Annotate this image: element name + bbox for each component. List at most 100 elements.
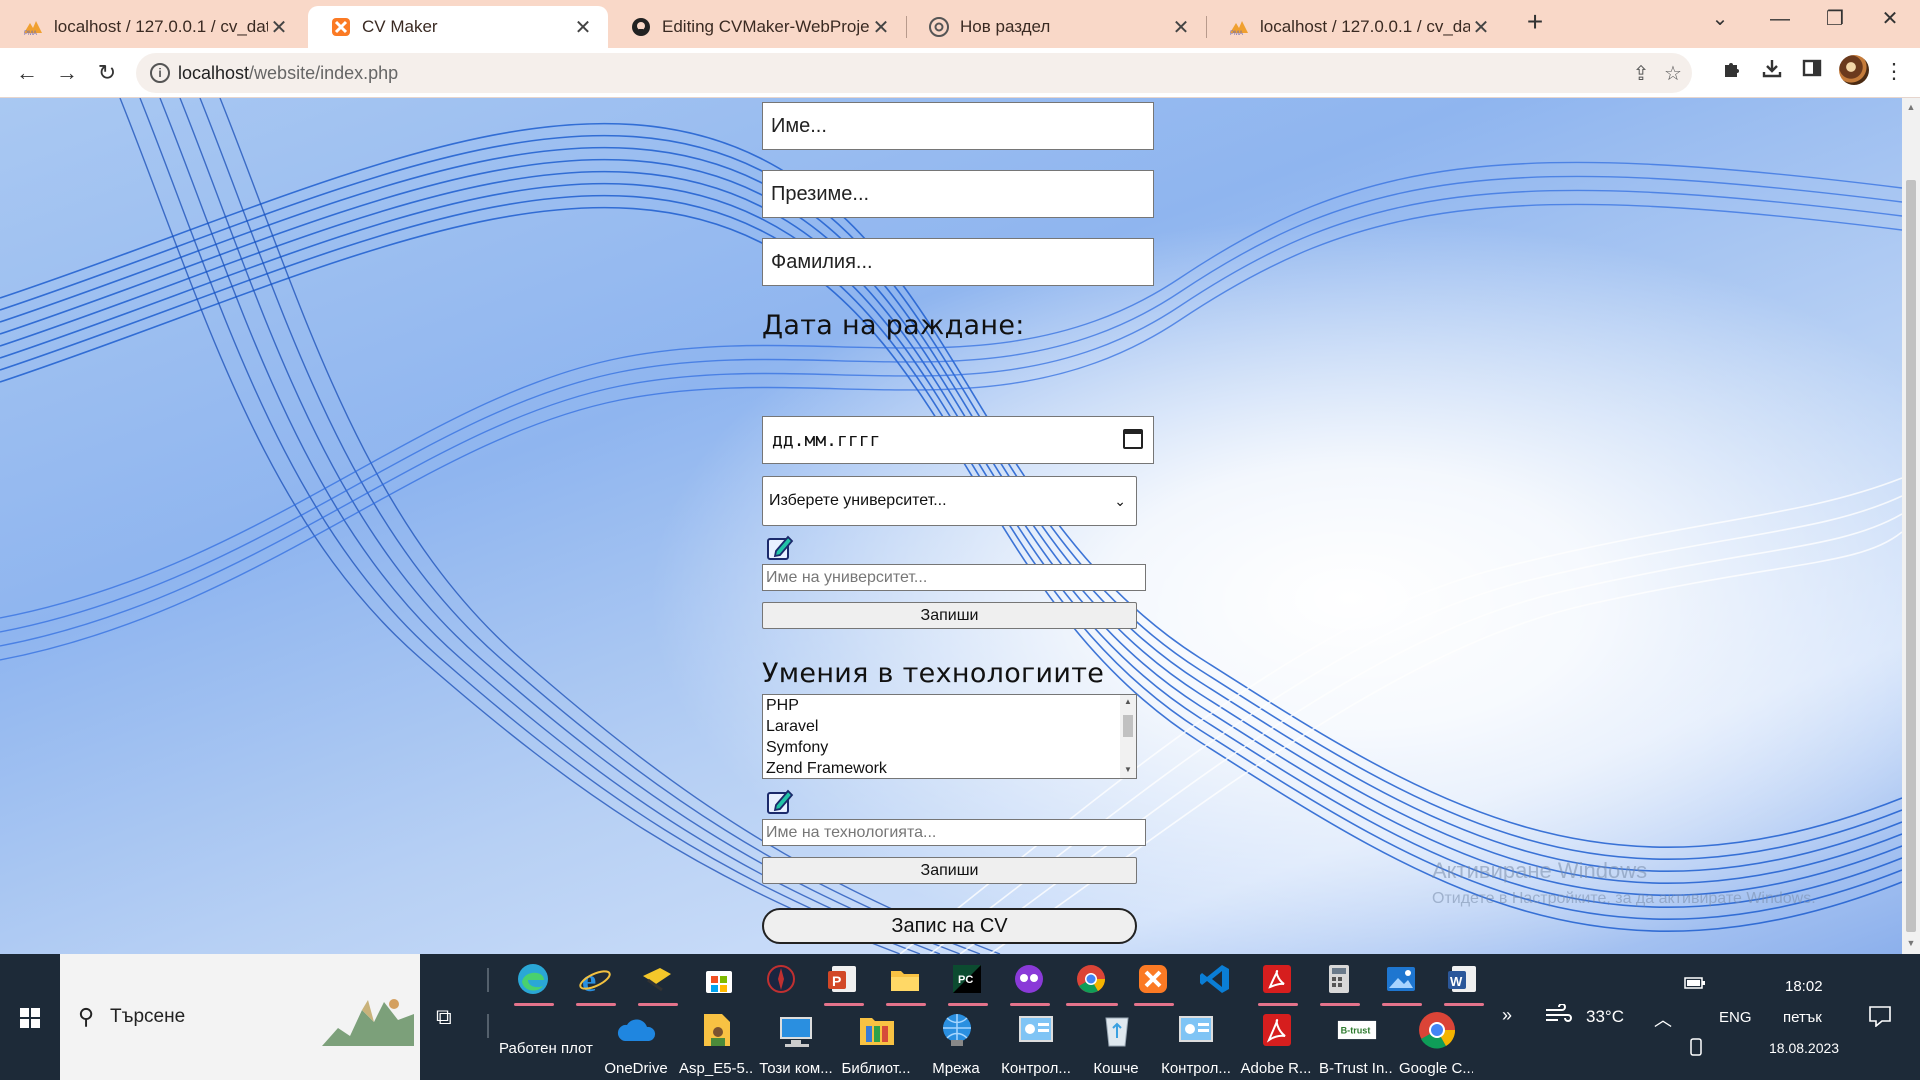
site-info-icon[interactable]: i bbox=[150, 63, 170, 83]
side-panel-icon[interactable] bbox=[1797, 57, 1827, 87]
xampp-taskbar-icon[interactable] bbox=[1134, 960, 1172, 998]
skills-listbox[interactable]: PHP Laravel Symfony Zend Framework ▲ ▼ bbox=[762, 694, 1137, 779]
this-pc-icon[interactable] bbox=[777, 1010, 817, 1050]
tab-cv-maker[interactable]: CV Maker ✕ bbox=[308, 6, 608, 48]
onedrive-icon[interactable] bbox=[617, 1010, 657, 1050]
forward-arrow-icon[interactable]: → bbox=[51, 57, 83, 89]
close-icon[interactable]: ✕ bbox=[1170, 15, 1192, 40]
close-icon[interactable]: ✕ bbox=[268, 15, 290, 40]
middle-name-input[interactable]: Презиме... bbox=[762, 170, 1154, 218]
tab-search-chevron-icon[interactable]: ⌄ bbox=[1690, 0, 1750, 40]
folder-cleaner-app-icon[interactable] bbox=[638, 960, 676, 998]
address-bar[interactable]: i localhost/website/index.php ⇪ ☆ bbox=[136, 53, 1692, 93]
vscode-icon[interactable] bbox=[1196, 960, 1234, 998]
close-icon[interactable]: ✕ bbox=[1470, 15, 1492, 40]
close-icon[interactable]: ✕ bbox=[572, 15, 594, 40]
tab-github[interactable]: Editing CVMaker-WebProject/REA ✕ bbox=[608, 6, 906, 48]
libraries-folder-icon[interactable] bbox=[857, 1010, 897, 1050]
task-view-icon[interactable]: ⧉ bbox=[436, 1004, 452, 1030]
powerpoint-icon[interactable]: P bbox=[824, 960, 862, 998]
download-icon[interactable] bbox=[1757, 57, 1787, 87]
last-name-input[interactable]: Фамилия... bbox=[762, 238, 1154, 286]
chrome-taskbar-icon[interactable] bbox=[1072, 960, 1110, 998]
microsoft-store-icon[interactable] bbox=[700, 960, 738, 998]
compass-app-icon[interactable] bbox=[762, 960, 800, 998]
watermark-subtitle: Отидете в Настройките, за да активирате … bbox=[1432, 890, 1816, 907]
tray-show-hidden-chevron-icon[interactable]: ︿ bbox=[1654, 1006, 1672, 1032]
photos-icon[interactable] bbox=[1382, 960, 1420, 998]
submit-cv-button[interactable]: Запис на CV bbox=[762, 908, 1137, 944]
scroll-up-arrow-icon[interactable]: ▲ bbox=[1120, 697, 1136, 706]
scroll-down-arrow-icon[interactable]: ▼ bbox=[1906, 938, 1916, 948]
university-name-input[interactable]: Име на университет... bbox=[762, 564, 1146, 591]
edge-icon[interactable] bbox=[514, 960, 552, 998]
menu-kebab-icon[interactable]: ⋮ bbox=[1879, 57, 1909, 87]
scroll-up-arrow-icon[interactable]: ▲ bbox=[1906, 102, 1916, 112]
profile-avatar[interactable] bbox=[1839, 55, 1869, 85]
recycle-bin-icon[interactable] bbox=[1097, 1010, 1137, 1050]
scroll-thumb[interactable] bbox=[1123, 715, 1133, 737]
weather-temperature[interactable]: 33°C bbox=[1586, 1007, 1624, 1027]
pycharm-icon[interactable]: PC bbox=[948, 960, 986, 998]
scroll-down-arrow-icon[interactable]: ▼ bbox=[1120, 765, 1136, 774]
control-panel-icon[interactable] bbox=[1017, 1010, 1057, 1050]
technology-name-input[interactable]: Име на технологията... bbox=[762, 819, 1146, 846]
tab-title: Нов раздел bbox=[960, 17, 1051, 36]
notifications-icon[interactable] bbox=[1868, 1005, 1892, 1032]
calendar-icon[interactable] bbox=[1123, 429, 1143, 449]
purple-mask-app-icon[interactable] bbox=[1010, 960, 1048, 998]
reload-icon[interactable]: ↻ bbox=[91, 57, 123, 89]
edit-icon[interactable] bbox=[766, 787, 794, 815]
chrome-icon bbox=[928, 16, 950, 38]
new-tab-button[interactable]: + bbox=[1518, 6, 1552, 40]
clock-time[interactable]: 18:02 bbox=[1785, 978, 1823, 995]
taskbar-search-box[interactable]: ⚲ Търсене bbox=[60, 954, 420, 1080]
list-item[interactable]: Symfony bbox=[763, 737, 1136, 758]
page-scrollbar[interactable]: ▲ ▼ bbox=[1902, 98, 1920, 954]
share-icon[interactable]: ⇪ bbox=[1628, 61, 1654, 87]
running-app-indicator bbox=[948, 1003, 988, 1006]
windows-start-icon[interactable] bbox=[0, 954, 60, 1080]
tab-new-section[interactable]: Нов раздел ✕ bbox=[906, 6, 1206, 48]
save-technology-button[interactable]: Запиши bbox=[762, 857, 1137, 884]
clock-date[interactable]: 18.08.2023 bbox=[1769, 1040, 1839, 1056]
list-item[interactable]: PHP bbox=[763, 695, 1136, 716]
list-item[interactable]: Laravel bbox=[763, 716, 1136, 737]
user-folder-icon[interactable] bbox=[697, 1010, 737, 1050]
desktop-item-label: Контрол... bbox=[1001, 1060, 1071, 1077]
scroll-thumb[interactable] bbox=[1906, 180, 1916, 932]
internet-explorer-icon[interactable]: e bbox=[576, 960, 614, 998]
control-panel-2-icon[interactable] bbox=[1177, 1010, 1217, 1050]
adobe-reader-icon[interactable] bbox=[1257, 1010, 1297, 1050]
restore-button[interactable]: ❐ bbox=[1805, 0, 1865, 40]
first-name-input[interactable]: Име... bbox=[762, 102, 1154, 150]
back-arrow-icon[interactable]: ← bbox=[11, 57, 43, 89]
desktop-item-label: Този ком... bbox=[759, 1060, 833, 1077]
birth-date-input[interactable]: дд.мм.гггг bbox=[762, 416, 1154, 464]
list-item[interactable]: Zend Framework bbox=[763, 758, 1136, 778]
close-icon[interactable]: ✕ bbox=[870, 15, 892, 40]
listbox-scrollbar[interactable]: ▲ ▼ bbox=[1120, 695, 1136, 778]
close-window-button[interactable]: ✕ bbox=[1860, 0, 1920, 40]
tab-phpmyadmin-2[interactable]: PMA localhost / 127.0.0.1 / cv_databas ✕ bbox=[1206, 6, 1506, 48]
b-trust-icon[interactable]: B-trust bbox=[1337, 1010, 1377, 1050]
acrobat-icon[interactable] bbox=[1258, 960, 1296, 998]
tab-phpmyadmin-1[interactable]: PMA localhost / 127.0.0.1 / cv_databas ✕ bbox=[0, 6, 304, 48]
calculator-icon[interactable] bbox=[1320, 960, 1358, 998]
toolbar-overflow-chevron-icon[interactable]: » bbox=[1502, 1005, 1512, 1026]
extensions-puzzle-icon[interactable] bbox=[1717, 57, 1747, 87]
word-icon[interactable]: W bbox=[1444, 960, 1482, 998]
minimize-button[interactable]: — bbox=[1750, 0, 1810, 40]
save-university-button[interactable]: Запиши bbox=[762, 602, 1137, 629]
edit-icon[interactable] bbox=[766, 533, 794, 561]
language-indicator[interactable]: ENG bbox=[1719, 1009, 1752, 1026]
university-select[interactable]: Изберете университет... ⌄ bbox=[762, 476, 1137, 526]
bookmark-star-icon[interactable]: ☆ bbox=[1660, 61, 1686, 87]
network-icon[interactable] bbox=[937, 1010, 977, 1050]
phone-link-icon[interactable] bbox=[1688, 1038, 1704, 1061]
windows-activation-watermark: Активиране Windows Отидете в Настройките… bbox=[1432, 858, 1816, 908]
google-chrome-icon[interactable] bbox=[1417, 1010, 1457, 1050]
file-explorer-icon[interactable] bbox=[886, 960, 924, 998]
clock-day[interactable]: петък bbox=[1783, 1009, 1822, 1026]
battery-icon[interactable] bbox=[1684, 976, 1706, 995]
